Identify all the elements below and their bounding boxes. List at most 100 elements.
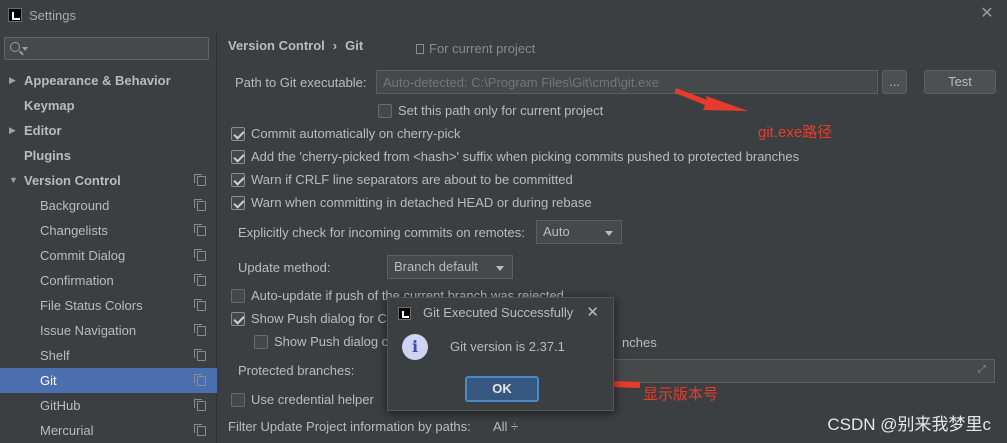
sidebar-item-changelists[interactable]: Changelists — [0, 218, 217, 243]
checkbox-label: Warn if CRLF line separators are about t… — [251, 172, 573, 187]
sidebar-item-label: Changelists — [40, 223, 108, 238]
info-icon: i — [402, 334, 428, 360]
checkbox-box[interactable] — [231, 393, 245, 407]
settings-sidebar: ▶ Appearance & Behavior Keymap ▶ Editor Plugi… — [0, 32, 217, 443]
sidebar-item-label: Editor — [24, 123, 62, 138]
checkbox-box[interactable] — [231, 196, 245, 210]
project-level-icon — [194, 424, 206, 436]
browse-button[interactable]: ... — [882, 70, 907, 94]
title-bar: Settings ✕ — [0, 0, 1007, 32]
watermark: CSDN @别来我梦里c — [827, 415, 991, 434]
protected-branches-label: Protected branches: — [238, 363, 355, 378]
checkbox-label: Set this path only for current project — [398, 103, 604, 118]
checkbox-box[interactable] — [231, 127, 245, 141]
sidebar-item-mercurial[interactable]: Mercurial — [0, 418, 217, 443]
chevron-down-icon — [605, 231, 613, 236]
breadcrumb-version-control: Version Control — [228, 38, 325, 53]
sidebar-item-label: Version Control — [24, 173, 121, 188]
close-window-icon[interactable]: ✕ — [979, 6, 995, 22]
checkbox-label: Commit automatically on cherry-pick — [251, 126, 461, 141]
chevron-right-icon[interactable]: ▶ — [9, 68, 19, 93]
update-method-label: Update method: — [238, 260, 331, 275]
project-scope-icon — [416, 44, 424, 54]
sidebar-item-keymap[interactable]: Keymap — [0, 93, 217, 118]
sidebar-item-label: Keymap — [24, 98, 75, 113]
project-scope-label: For current project — [429, 41, 536, 56]
checkbox-box[interactable] — [231, 289, 245, 303]
sidebar-item-label: GitHub — [40, 398, 81, 413]
sidebar-item-label: Git — [40, 373, 57, 388]
close-icon[interactable]: ✕ — [586, 303, 599, 321]
checkbox-label: Show Push dialog for C — [251, 311, 387, 326]
chevron-down-icon — [496, 266, 504, 271]
search-options-caret-icon[interactable] — [22, 47, 28, 51]
breadcrumb: Version Control › Git — [228, 38, 363, 53]
checkbox-box[interactable] — [231, 312, 245, 326]
git-path-label: Path to Git executable: — [235, 75, 367, 90]
project-level-icon — [194, 199, 206, 211]
sidebar-item-label: Shelf — [40, 348, 70, 363]
project-level-icon — [194, 399, 206, 411]
sidebar-item-commit-dialog[interactable]: Commit Dialog — [0, 243, 217, 268]
sidebar-item-label: Commit Dialog — [40, 248, 126, 263]
checkbox-box[interactable] — [254, 335, 268, 349]
window-title: Settings — [29, 8, 76, 23]
project-level-icon — [194, 349, 206, 361]
project-level-icon — [194, 224, 206, 236]
checkbox-label: Warn when committing in detached HEAD or… — [251, 195, 592, 210]
git-path-field[interactable] — [376, 70, 878, 94]
sidebar-item-label: Plugins — [24, 148, 71, 163]
sidebar-item-background[interactable]: Background — [0, 193, 217, 218]
intellij-app-icon — [8, 8, 22, 22]
ok-button[interactable]: OK — [465, 376, 539, 402]
version-annotation: 显示版本号 — [643, 386, 719, 403]
settings-search-input[interactable] — [31, 40, 206, 57]
sidebar-item-git[interactable]: Git — [0, 368, 217, 393]
project-level-icon — [194, 374, 206, 386]
sidebar-item-editor[interactable]: ▶ Editor — [0, 118, 217, 143]
show-push-protected-label-tail: nches — [622, 335, 657, 350]
incoming-commits-label: Explicitly check for incoming commits on… — [238, 225, 525, 240]
sidebar-item-label: Mercurial — [40, 423, 94, 438]
sidebar-item-label: Confirmation — [40, 273, 114, 288]
settings-search-box[interactable] — [4, 37, 209, 60]
checkbox-box[interactable] — [231, 173, 245, 187]
git-success-dialog: Git Executed Successfully ✕ i Git versio… — [387, 297, 614, 411]
checkbox-label: Show Push dialog c — [274, 334, 389, 349]
project-level-icon — [194, 274, 206, 286]
test-button[interactable]: Test — [924, 70, 996, 94]
sidebar-item-confirmation[interactable]: Confirmation — [0, 268, 217, 293]
expand-icon[interactable]: ⤢ — [978, 365, 988, 375]
sidebar-item-shelf[interactable]: Shelf — [0, 343, 217, 368]
dialog-title: Git Executed Successfully — [423, 305, 574, 320]
breadcrumb-git: Git — [345, 38, 364, 53]
sidebar-item-version-control[interactable]: ▼ Version Control — [0, 168, 217, 193]
protected-branches-field[interactable]: ⤢ — [596, 359, 995, 383]
checkbox-label: Add the 'cherry-picked from <hash>' suff… — [251, 149, 800, 164]
filter-paths-select[interactable]: All ÷ — [493, 419, 518, 434]
sidebar-item-label: Background — [40, 198, 110, 213]
incoming-commits-select[interactable]: Auto — [536, 220, 622, 244]
git-path-input[interactable] — [377, 71, 877, 93]
filter-paths-label: Filter Update Project information by pat… — [228, 419, 471, 434]
sidebar-item-label: Appearance & Behavior — [24, 73, 171, 88]
search-icon — [10, 42, 20, 52]
sidebar-item-plugins[interactable]: Plugins — [0, 143, 217, 168]
checkbox-box[interactable] — [231, 150, 245, 164]
sidebar-item-label: Issue Navigation — [40, 323, 137, 338]
breadcrumb-separator: › — [332, 38, 338, 53]
incoming-commits-value: Auto — [543, 224, 570, 239]
update-method-select[interactable]: Branch default — [387, 255, 513, 279]
sidebar-item-appearance-behavior[interactable]: ▶ Appearance & Behavior — [0, 68, 217, 93]
project-level-icon — [194, 249, 206, 261]
checkbox-box[interactable] — [378, 104, 392, 118]
project-level-icon — [194, 299, 206, 311]
project-scope-indicator: For current project — [416, 41, 535, 56]
project-level-icon — [194, 324, 206, 336]
chevron-down-icon[interactable]: ▼ — [9, 168, 19, 193]
chevron-right-icon[interactable]: ▶ — [9, 118, 19, 143]
sidebar-item-file-status-colors[interactable]: File Status Colors — [0, 293, 217, 318]
sidebar-item-github[interactable]: GitHub — [0, 393, 217, 418]
sidebar-item-issue-navigation[interactable]: Issue Navigation — [0, 318, 217, 343]
project-level-icon — [194, 174, 206, 186]
